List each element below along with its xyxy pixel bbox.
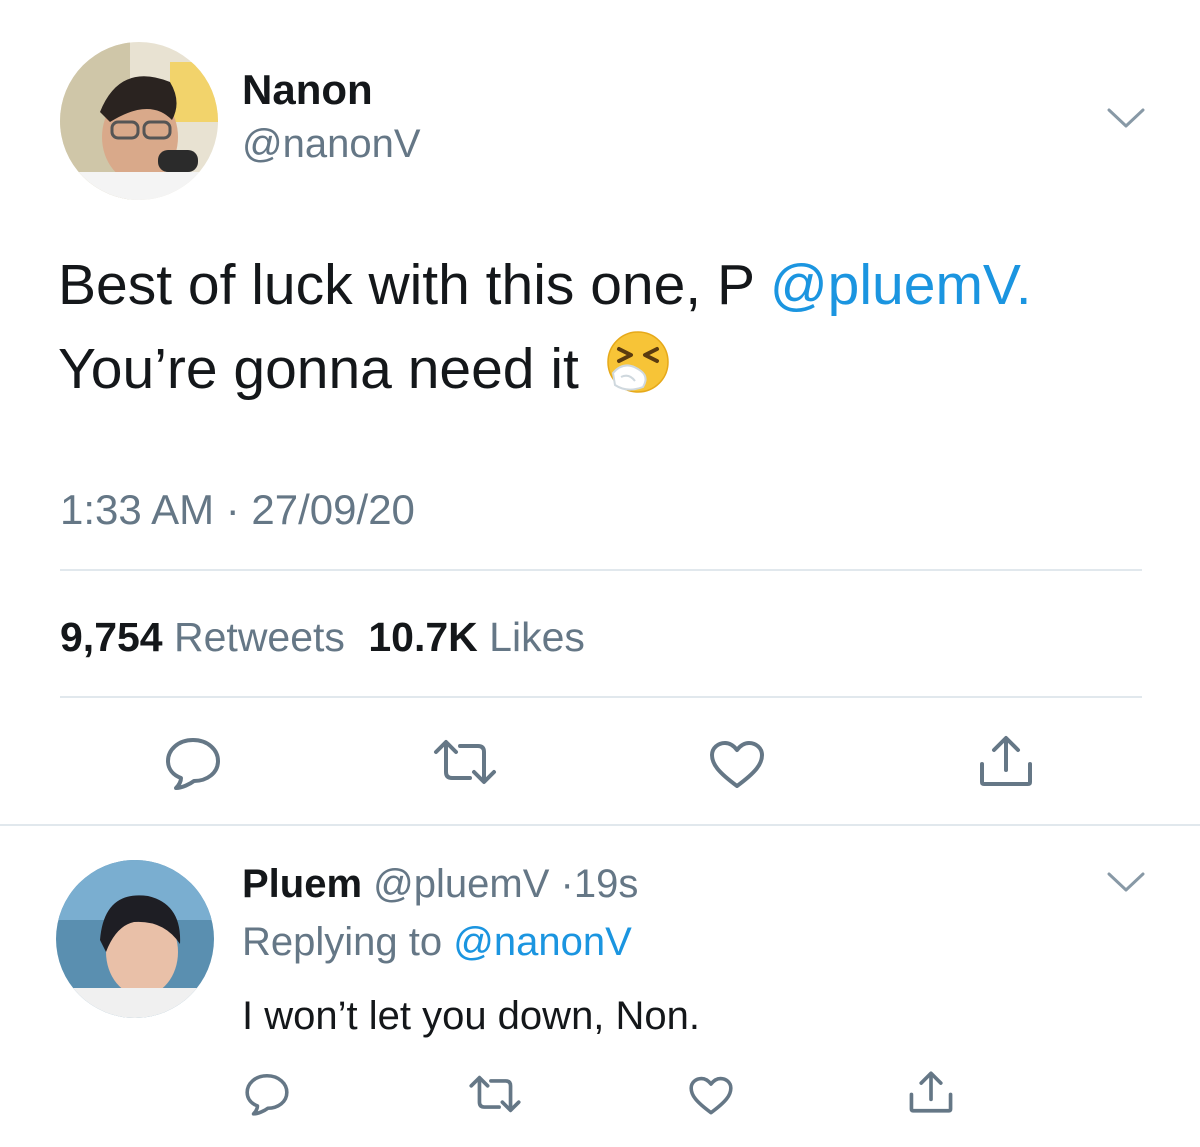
reply-separator: · <box>560 862 574 906</box>
retweets-label: Retweets <box>174 614 345 660</box>
replying-to: Replying to @nanonV <box>242 920 632 965</box>
retweets-stat[interactable]: 9,754 Retweets <box>60 614 345 660</box>
replying-to-handle[interactable]: @nanonV <box>453 920 632 964</box>
likes-stat[interactable]: 10.7K Likes <box>368 614 585 660</box>
retweet-icon <box>434 740 496 784</box>
tweet-timestamp[interactable]: 1:33 AM · 27/09/20 <box>60 486 415 534</box>
reply-author-handle[interactable]: @pluemV <box>373 862 549 906</box>
author-avatar[interactable] <box>60 42 218 200</box>
reply-retweet-button[interactable] <box>468 1074 522 1114</box>
like-button[interactable] <box>708 740 766 790</box>
reply-like-button[interactable] <box>688 1076 734 1116</box>
divider <box>60 569 1142 571</box>
reply-reply-button[interactable] <box>244 1072 290 1116</box>
likes-label: Likes <box>489 614 585 660</box>
divider <box>60 696 1142 698</box>
reply-button[interactable] <box>164 736 222 790</box>
tweet-stats: 9,754 Retweets 10.7K Likes <box>60 614 585 661</box>
tweet-text-line1: Best of luck with this one, P <box>58 253 770 317</box>
sneezing-face-icon <box>605 329 671 417</box>
tweet-text-line2-row: You’re gonna need it <box>58 328 671 417</box>
retweets-count: 9,754 <box>60 614 163 660</box>
retweet-button[interactable] <box>432 738 498 786</box>
share-button[interactable] <box>978 734 1034 788</box>
reply-author-name[interactable]: Pluem <box>242 862 362 906</box>
tweet-text: Best of luck with this one, P @pluemV. <box>58 244 1032 326</box>
like-icon <box>710 741 764 788</box>
share-icon <box>909 1071 953 1113</box>
author-handle[interactable]: @nanonV <box>242 122 421 167</box>
section-divider <box>0 824 1200 826</box>
tweet-text-line2: You’re gonna need it <box>58 337 579 401</box>
reply-share-button[interactable] <box>908 1070 954 1114</box>
reply-age[interactable]: 19s <box>574 862 639 906</box>
chevron-down-icon[interactable] <box>1106 106 1146 135</box>
author-name[interactable]: Nanon <box>242 66 373 114</box>
mention-link[interactable]: @pluemV. <box>770 253 1032 317</box>
like-icon <box>689 1076 733 1115</box>
reply-text: I won’t let you down, Non. <box>242 994 701 1038</box>
reply-icon <box>245 1073 289 1116</box>
reply-chevron-down-icon[interactable] <box>1106 870 1146 899</box>
share-icon <box>980 736 1032 786</box>
reply-icon <box>166 738 220 790</box>
reply-author-avatar[interactable] <box>56 860 214 1018</box>
replying-to-label: Replying to <box>242 920 443 964</box>
likes-count: 10.7K <box>368 614 478 660</box>
retweet-icon <box>469 1075 521 1113</box>
reply-header: Pluem @pluemV ·19s <box>242 862 638 907</box>
